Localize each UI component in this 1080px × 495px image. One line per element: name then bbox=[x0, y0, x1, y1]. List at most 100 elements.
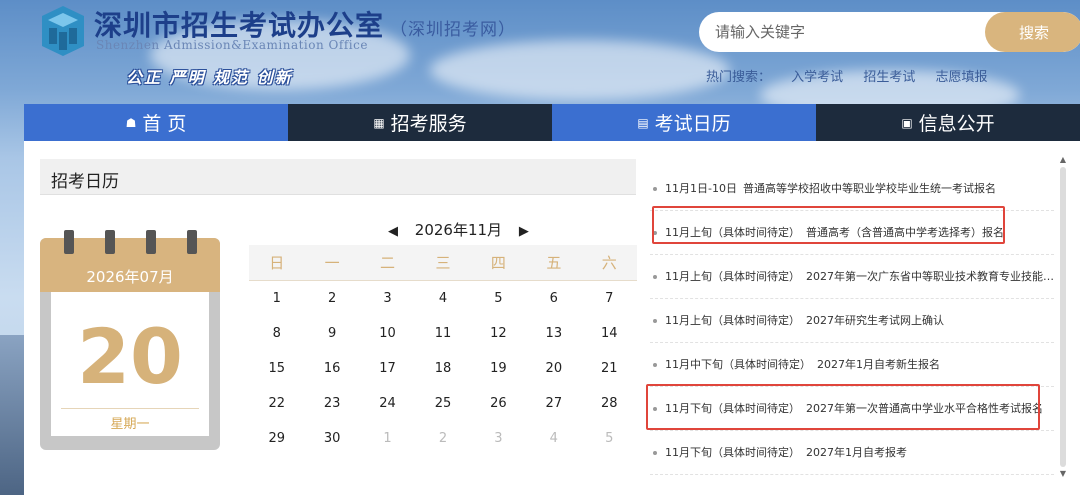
binder-ring-icon bbox=[187, 230, 197, 254]
nav-label: 信息公开 bbox=[918, 113, 995, 135]
day-cell-next-month[interactable]: 2 bbox=[415, 421, 470, 456]
day-cell[interactable]: 19 bbox=[471, 351, 526, 386]
day-cell[interactable]: 16 bbox=[304, 351, 359, 386]
search-input[interactable] bbox=[715, 12, 975, 52]
week-row: 22 23 24 25 26 27 28 bbox=[249, 386, 637, 421]
day-cell[interactable]: 26 bbox=[471, 386, 526, 421]
grid-icon: ▦ bbox=[373, 115, 385, 130]
nav-item-exam-calendar[interactable]: ▤ 考试日历 bbox=[552, 104, 816, 141]
day-cell[interactable]: 22 bbox=[249, 386, 304, 421]
day-cell[interactable]: 8 bbox=[249, 316, 304, 351]
day-cell[interactable]: 14 bbox=[582, 316, 637, 351]
event-time: 11月上旬（具体时间待定） bbox=[665, 270, 800, 283]
nav-item-home[interactable]: ☗ 首 页 bbox=[24, 104, 288, 141]
day-cell-next-month[interactable]: 5 bbox=[582, 421, 637, 456]
week-row: 1 2 3 4 5 6 7 bbox=[249, 281, 637, 316]
day-cell[interactable]: 5 bbox=[471, 281, 526, 316]
main-panel: 招考日历 2026年07月 20 星期一 ◀ 2026年11月 ▶ 日 一 二 … bbox=[24, 141, 1080, 495]
day-cell-next-month[interactable]: 3 bbox=[471, 421, 526, 456]
binder-ring-icon bbox=[64, 230, 74, 254]
next-month-icon[interactable]: ▶ bbox=[519, 224, 529, 239]
highlight-box bbox=[652, 206, 1005, 244]
weekday-label: 六 bbox=[601, 254, 617, 272]
weekday-label: 五 bbox=[546, 254, 562, 272]
day-cell[interactable]: 13 bbox=[526, 316, 581, 351]
month-navigator: ◀ 2026年11月 ▶ bbox=[376, 219, 541, 240]
main-nav: ☗ 首 页 ▦ 招考服务 ▤ 考试日历 ▣ 信息公开 bbox=[24, 104, 1080, 141]
day-cell[interactable]: 20 bbox=[526, 351, 581, 386]
hot-search-link[interactable]: 志愿填报 bbox=[935, 70, 987, 85]
search-button[interactable]: 搜索 bbox=[985, 12, 1080, 52]
nav-item-services[interactable]: ▦ 招考服务 bbox=[288, 104, 552, 141]
tear-off-day: 20 bbox=[77, 312, 183, 401]
event-title: 2027年研究生考试网上确认 bbox=[806, 314, 944, 327]
search-box: 搜索 bbox=[699, 12, 1080, 52]
day-cell[interactable]: 27 bbox=[526, 386, 581, 421]
tear-off-month: 2026年07月 bbox=[86, 268, 174, 286]
binder-ring-icon bbox=[105, 230, 115, 254]
prev-month-icon[interactable]: ◀ bbox=[388, 224, 398, 239]
city-skyline-decoration bbox=[0, 335, 24, 495]
day-cell[interactable]: 30 bbox=[304, 421, 359, 456]
day-cell[interactable]: 15 bbox=[249, 351, 304, 386]
event-item[interactable]: 11月上旬（具体时间待定） 2027年研究生考试网上确认 bbox=[650, 299, 1054, 343]
event-title: 2027年1月自考新生报名 bbox=[817, 358, 940, 371]
tear-off-weekday: 星期一 bbox=[110, 417, 150, 432]
day-cell[interactable]: 10 bbox=[360, 316, 415, 351]
event-list-scrollbar[interactable]: ▲ ▼ bbox=[1057, 155, 1069, 479]
hot-search-bar: 热门搜索： 入学考试 招生考试 志愿填报 bbox=[706, 66, 1003, 85]
calendar-icon: ▤ bbox=[637, 115, 649, 130]
month-grid: 日 一 二 三 四 五 六 1 2 3 4 5 6 7 8 9 10 11 12… bbox=[249, 245, 637, 456]
week-row: 8 9 10 11 12 13 14 bbox=[249, 316, 637, 351]
event-item[interactable]: 11月1日-10日 普通高等学校招收中等职业学校毕业生统一考试报名 bbox=[650, 167, 1054, 211]
day-cell[interactable]: 25 bbox=[415, 386, 470, 421]
day-cell[interactable]: 4 bbox=[415, 281, 470, 316]
hot-search-link[interactable]: 招生考试 bbox=[863, 70, 915, 85]
event-time: 11月1日-10日 bbox=[665, 182, 737, 195]
highlight-box bbox=[646, 384, 1040, 430]
home-icon: ☗ bbox=[125, 115, 137, 130]
tear-off-calendar: 2026年07月 20 星期一 bbox=[40, 230, 220, 450]
event-item[interactable]: 11月下旬（具体时间待定） 2027年1月自考报考 bbox=[650, 431, 1054, 475]
event-time: 11月下旬（具体时间待定） bbox=[665, 446, 800, 459]
cloud-decoration bbox=[430, 40, 730, 100]
nav-label: 招考服务 bbox=[390, 113, 467, 135]
event-item[interactable]: 11月中下旬（具体时间待定） 2027年1月自考新生报名 bbox=[650, 343, 1054, 387]
event-item[interactable]: 11月上旬（具体时间待定） 2027年第一次广东省中等职业技术教育专业技能课... bbox=[650, 255, 1054, 299]
day-cell[interactable]: 17 bbox=[360, 351, 415, 386]
event-time: 11月中下旬（具体时间待定） bbox=[665, 358, 811, 371]
day-cell[interactable]: 6 bbox=[526, 281, 581, 316]
day-cell[interactable]: 24 bbox=[360, 386, 415, 421]
nav-item-info-disclosure[interactable]: ▣ 信息公开 bbox=[816, 104, 1080, 141]
document-icon: ▣ bbox=[901, 115, 913, 130]
scroll-up-icon[interactable]: ▲ bbox=[1057, 155, 1069, 164]
hot-search-label: 热门搜索： bbox=[706, 70, 772, 85]
day-cell[interactable]: 18 bbox=[415, 351, 470, 386]
day-cell[interactable]: 12 bbox=[471, 316, 526, 351]
day-cell-next-month[interactable]: 4 bbox=[526, 421, 581, 456]
weekday-label: 三 bbox=[435, 254, 451, 272]
day-cell[interactable]: 11 bbox=[415, 316, 470, 351]
nav-label: 考试日历 bbox=[654, 113, 731, 135]
day-cell[interactable]: 3 bbox=[360, 281, 415, 316]
day-cell[interactable]: 2 bbox=[304, 281, 359, 316]
event-time: 11月上旬（具体时间待定） bbox=[665, 314, 800, 327]
event-title: 2027年第一次广东省中等职业技术教育专业技能课... bbox=[806, 270, 1054, 283]
scrollbar-thumb[interactable] bbox=[1060, 167, 1066, 467]
site-slogan: 公正 严明 规范 创新 bbox=[126, 68, 293, 87]
hot-search-link[interactable]: 入学考试 bbox=[791, 70, 843, 85]
tear-off-page: 20 星期一 bbox=[51, 292, 209, 436]
day-cell[interactable]: 9 bbox=[304, 316, 359, 351]
day-cell[interactable]: 29 bbox=[249, 421, 304, 456]
weekday-label: 日 bbox=[269, 254, 285, 272]
site-title-suffix: （深圳招考网） bbox=[390, 20, 517, 40]
day-cell[interactable]: 28 bbox=[582, 386, 637, 421]
site-title-english: Shenzhen Admission&Examination Office bbox=[96, 38, 368, 52]
event-title: 普通高等学校招收中等职业学校毕业生统一考试报名 bbox=[742, 182, 996, 195]
scroll-down-icon[interactable]: ▼ bbox=[1057, 469, 1069, 478]
day-cell[interactable]: 23 bbox=[304, 386, 359, 421]
day-cell[interactable]: 7 bbox=[582, 281, 637, 316]
day-cell-next-month[interactable]: 1 bbox=[360, 421, 415, 456]
day-cell[interactable]: 21 bbox=[582, 351, 637, 386]
day-cell[interactable]: 1 bbox=[249, 281, 304, 316]
